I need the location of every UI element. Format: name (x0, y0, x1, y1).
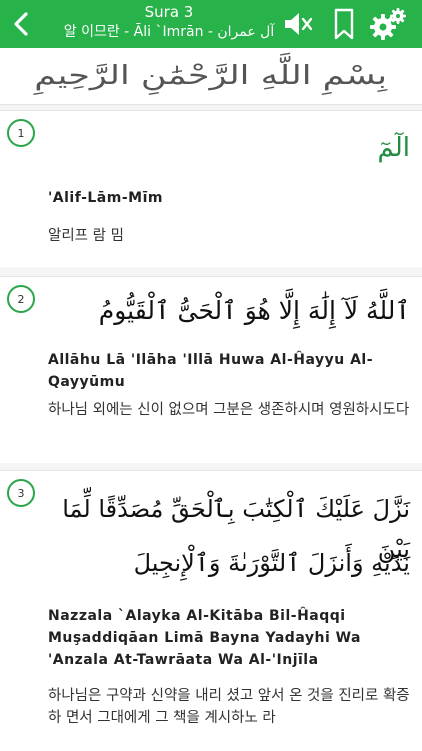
sura-names: 알 이므란 - Āli `Imrān - آل عمران (63, 24, 275, 40)
verse-number-badge: 2 (7, 285, 35, 313)
sura-title: Sura 3 알 이므란 - Āli `Imrān - آل عمران (44, 3, 294, 42)
verse-arabic-line-2: يَدَيْهِ وَأَنزَلَ ٱلتَّوْرَىٰةَ وَٱلْإِ… (133, 549, 410, 577)
verse-transliteration: Nazzala `Alayka Al-Kitāba Bil-Ĥaqqi Muşa… (48, 608, 362, 668)
verse-transliteration: 'Alif-Lām-Mīm (48, 190, 163, 206)
verse-translation: 하나님 외에는 신이 없으며 그분은 생존하시며 영원하시도다 (48, 402, 410, 418)
verse-transliteration: Allāhu Lā 'Ilāha 'Illā Huwa Al-Ĥayyu Al-… (48, 352, 374, 390)
top-bar: Sura 3 알 이므란 - Āli `Imrān - آل عمران (0, 0, 422, 48)
verse-card[interactable]: 1 الٓمٓ 'Alif-Lām-Mīm 알리프 람 밈 (0, 110, 422, 267)
verse-card[interactable]: 3 نَزَّلَ عَلَيْكَ ٱلْكِتَٰبَ بِٱلْحَقِّ… (0, 470, 422, 751)
gear-icon (370, 8, 406, 40)
verse-arabic: الٓمٓ (377, 133, 410, 163)
bismillah-banner: بِسْمِ اللَّهِ الرَّحْمَٰنِ الرَّحِيمِ (0, 48, 422, 105)
verse-card[interactable]: 2 ٱللَّهُ لَآ إِلَٰهَ إِلَّا هُوَ ٱلْحَى… (0, 276, 422, 463)
back-button[interactable] (6, 8, 36, 40)
sura-label: Sura 3 (144, 3, 194, 21)
verse-number-badge: 1 (7, 119, 35, 147)
chevron-left-icon (14, 12, 28, 36)
verse-translation: 하나님은 구약과 신약을 내리 셨고 앞서 온 것을 진리로 확증하 면서 그대… (48, 688, 410, 726)
speaker-mute-icon (285, 13, 313, 35)
settings-button[interactable] (366, 6, 410, 42)
bookmark-button[interactable] (326, 6, 362, 42)
bismillah-text: بِسْمِ اللَّهِ الرَّحْمَٰنِ الرَّحِيمِ (34, 61, 388, 91)
verse-translation: 알리프 람 밈 (48, 228, 124, 244)
bookmark-icon (334, 8, 354, 40)
mute-button[interactable] (280, 6, 316, 42)
verse-arabic: ٱللَّهُ لَآ إِلَٰهَ إِلَّا هُوَ ٱلْحَىُّ… (98, 296, 410, 325)
